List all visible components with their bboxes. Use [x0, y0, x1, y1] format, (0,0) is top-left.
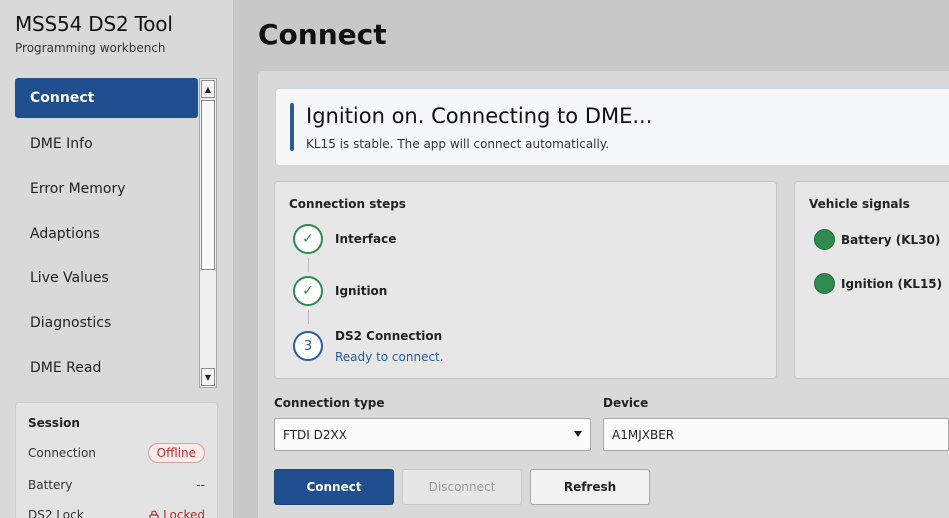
app-title: MSS54 DS2 Tool [15, 12, 173, 36]
session-title: Session [28, 416, 80, 430]
app-subtitle: Programming workbench [15, 41, 166, 55]
sidebar-item-error-memory[interactable]: Error Memory [15, 167, 198, 212]
device-value: A1MJXBER [612, 427, 675, 442]
session-connection-label: Connection [28, 446, 96, 460]
session-lock-status: Locked [149, 508, 205, 518]
page-title: Connect [258, 18, 387, 51]
connection-status-badge: Offline [147, 443, 205, 463]
connection-type-label: Connection type [274, 396, 385, 410]
session-battery-label: Battery [28, 478, 73, 492]
sidebar-scrollbar[interactable]: ▲ ▼ [199, 78, 217, 388]
sidebar-item-connect[interactable]: Connect [15, 78, 198, 118]
step-connector [308, 258, 309, 272]
disconnect-button[interactable]: Disconnect [402, 469, 522, 505]
scrollbar-thumb[interactable] [201, 100, 215, 270]
sidebar-item-diagnostics[interactable]: Diagnostics [15, 301, 198, 346]
sidebar: MSS54 DS2 Tool Programming workbench Con… [0, 0, 234, 518]
session-lock-value: Locked [163, 508, 205, 518]
lock-icon [149, 510, 159, 518]
checkmark-icon: ✓ [293, 276, 323, 306]
step-status-ds2-connection: Ready to connect. [335, 350, 444, 364]
step-label-ignition: Ignition [335, 284, 388, 298]
status-dot-icon [814, 229, 835, 250]
banner-accent-bar [290, 103, 294, 151]
session-connection-row: Connection Offline [28, 443, 205, 463]
connection-type-value: FTDI D2XX [283, 427, 347, 442]
connect-button[interactable]: Connect [274, 469, 394, 505]
scroll-up-arrow-icon[interactable]: ▲ [201, 80, 215, 98]
sidebar-item-adaptions[interactable]: Adaptions [15, 211, 198, 256]
status-banner: Ignition on. Connecting to DME... KL15 i… [275, 88, 949, 166]
checkmark-icon: ✓ [293, 224, 323, 254]
signal-label-ignition: Ignition (KL15) [841, 277, 943, 291]
session-battery-row: Battery -- [28, 478, 205, 492]
session-battery-value: -- [196, 478, 205, 492]
refresh-button[interactable]: Refresh [530, 469, 650, 505]
banner-title: Ignition on. Connecting to DME... [306, 104, 653, 128]
step-label-interface: Interface [335, 232, 397, 246]
sidebar-item-dme-read[interactable]: DME Read [15, 345, 198, 390]
connection-steps-title: Connection steps [289, 197, 406, 211]
session-lock-row: DS2 Lock Locked [28, 508, 205, 518]
sidebar-nav: Connect DME Info Error Memory Adaptions … [15, 78, 198, 390]
step-number-icon: 3 [293, 331, 323, 361]
session-panel: Session Connection Offline Battery -- DS… [15, 402, 218, 518]
signal-label-battery: Battery (KL30) [841, 233, 941, 247]
sidebar-item-live-values[interactable]: Live Values [15, 256, 198, 301]
device-label: Device [603, 396, 649, 410]
sidebar-item-dme-info[interactable]: DME Info [15, 122, 198, 167]
connection-type-select[interactable]: FTDI D2XX [274, 418, 591, 451]
vehicle-signals-title: Vehicle signals [809, 197, 910, 211]
vehicle-signals-card: Vehicle signals Battery (KL30) Ignition … [794, 181, 949, 379]
banner-subtitle: KL15 is stable. The app will connect aut… [306, 137, 610, 151]
step-connector [308, 310, 309, 324]
status-dot-icon [814, 273, 835, 294]
session-lock-label: DS2 Lock [28, 508, 84, 518]
device-field[interactable]: A1MJXBER [603, 418, 949, 451]
connection-steps-card: Connection steps ✓ Interface ✓ Ignition … [274, 181, 777, 379]
dropdown-arrow-icon [574, 431, 582, 437]
scroll-down-arrow-icon[interactable]: ▼ [201, 368, 215, 386]
step-label-ds2-connection: DS2 Connection [335, 329, 443, 343]
